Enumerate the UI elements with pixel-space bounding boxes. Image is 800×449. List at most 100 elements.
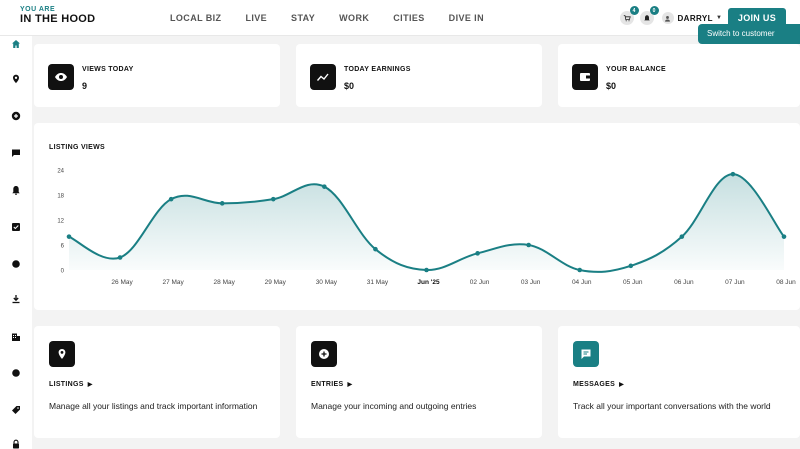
- x-tick-label: 28 May: [214, 279, 236, 286]
- wallet-icon: [572, 64, 598, 90]
- feature-title-listings[interactable]: LISTINGS ▶: [49, 381, 93, 388]
- chat-icon: [573, 341, 599, 367]
- main-nav: LOCAL BIZ LIVE STAY WORK CITIES DIVE IN: [170, 13, 508, 23]
- feature-card-listings[interactable]: LISTINGS ▶ Manage all your listings and t…: [34, 326, 280, 438]
- dot-icon[interactable]: [10, 258, 22, 270]
- nav-local-biz[interactable]: LOCAL BIZ: [170, 13, 221, 23]
- nav-dive-in[interactable]: DIVE IN: [449, 13, 484, 23]
- listing-views-chart-card: LISTING VIEWS 0 6 12 18 24 26 May 27 May 28 May…: [34, 123, 800, 310]
- caret-right-icon: ▶: [87, 382, 93, 388]
- checklist-icon[interactable]: [10, 221, 22, 233]
- stat-label: VIEWS TODAY: [82, 66, 134, 73]
- nav-stay[interactable]: STAY: [291, 13, 315, 23]
- x-tick-label: 31 May: [367, 279, 389, 286]
- chat-icon[interactable]: [10, 147, 22, 159]
- dot-icon[interactable]: [10, 367, 22, 379]
- lock-icon[interactable]: [10, 438, 22, 449]
- chart-point: [424, 267, 429, 273]
- stat-value: $0: [344, 81, 355, 91]
- cart-badge: 4: [629, 6, 639, 15]
- feature-title-entries[interactable]: ENTRIES ▶: [311, 381, 352, 388]
- feature-title-text: ENTRIES: [311, 381, 344, 388]
- chart-point: [577, 267, 583, 273]
- x-tick-label: 03 Jun: [521, 279, 541, 286]
- feature-description: Track all your important conversations w…: [573, 401, 771, 411]
- stat-card-views-today: VIEWS TODAY 9: [34, 44, 280, 107]
- notification-button[interactable]: 0: [639, 6, 659, 25]
- x-tick-label: 07 Jun: [725, 279, 745, 286]
- y-tick-label: 0: [61, 269, 65, 275]
- add-circle-icon[interactable]: [10, 110, 22, 122]
- chart-point: [730, 171, 736, 177]
- y-tick-label: 24: [57, 169, 64, 175]
- notification-badge: 0: [649, 6, 659, 15]
- brand-logo-small: YOU ARE: [20, 6, 56, 13]
- location-pin-icon: [49, 341, 75, 367]
- chart-point: [781, 234, 787, 239]
- stat-card-today-earnings: TODAY EARNINGS $0: [296, 44, 542, 107]
- feature-card-entries[interactable]: ENTRIES ▶ Manage your incoming and outgoi…: [296, 326, 542, 438]
- trend-line-icon: [310, 64, 336, 90]
- chart-point: [322, 184, 327, 189]
- feature-description: Manage all your listings and track impor…: [49, 401, 258, 411]
- nav-work[interactable]: WORK: [339, 13, 369, 23]
- cart-icon: [623, 15, 631, 22]
- brand-logo-big: IN THE HOOD: [20, 13, 96, 25]
- chart-point: [679, 234, 685, 239]
- nav-cities[interactable]: CITIES: [393, 13, 424, 23]
- brand-logo[interactable]: YOU ARE IN THE HOOD: [20, 6, 95, 25]
- chart-point: [526, 242, 531, 248]
- caret-right-icon: ▶: [347, 382, 353, 388]
- switch-to-customer-button[interactable]: Switch to customer: [698, 24, 800, 44]
- x-tick-label: 27 May: [162, 279, 184, 286]
- add-circle-icon: [311, 341, 337, 367]
- feature-description: Manage your incoming and outgoing entrie…: [311, 401, 477, 411]
- avatar[interactable]: [661, 12, 674, 24]
- chart-point: [66, 234, 72, 239]
- home-icon[interactable]: [10, 38, 22, 50]
- caret-right-icon: ▶: [619, 382, 624, 388]
- x-tick-label: 04 Jun: [572, 279, 592, 286]
- chart-area-fill: [69, 174, 784, 272]
- download-icon[interactable]: [10, 293, 22, 305]
- tag-icon[interactable]: [10, 404, 22, 416]
- x-tick-label: 29 May: [265, 279, 287, 286]
- x-tick-label: 30 May: [316, 279, 338, 286]
- chart-point: [270, 196, 276, 202]
- chart-point: [475, 251, 480, 256]
- chart-point: [219, 201, 225, 206]
- chart-point: [628, 263, 634, 269]
- chevron-down-icon[interactable]: ▼: [716, 15, 722, 21]
- location-pin-icon[interactable]: [10, 73, 22, 85]
- bell-icon[interactable]: [10, 184, 22, 196]
- x-tick-label: 05 Jun: [623, 279, 643, 286]
- x-tick-label: 02 Jun: [470, 279, 490, 286]
- feature-title-text: LISTINGS: [49, 381, 84, 388]
- cart-button[interactable]: 4: [619, 6, 639, 25]
- feature-title-text: MESSAGES: [573, 381, 616, 388]
- top-navbar: YOU ARE IN THE HOOD LOCAL BIZ LIVE STAY …: [0, 0, 800, 36]
- eye-icon: [48, 64, 74, 90]
- username[interactable]: DARRYL: [678, 14, 713, 23]
- user-icon: [665, 15, 670, 22]
- x-tick-label: Jun '25: [417, 279, 440, 286]
- listing-views-chart[interactable]: 0 6 12 18 24 26 May 27 May 28 May 29 May 30 May 31…: [34, 123, 800, 310]
- stat-value: $0: [606, 81, 617, 91]
- chart-point: [373, 246, 378, 252]
- stat-card-your-balance: YOUR BALANCE $0: [558, 44, 800, 107]
- nav-live[interactable]: LIVE: [245, 13, 267, 23]
- stat-value: 9: [82, 81, 88, 91]
- feature-card-messages[interactable]: MESSAGES ▶ Track all your important conve…: [558, 326, 800, 438]
- sidebar: [0, 36, 32, 449]
- chart-point: [117, 255, 123, 260]
- y-tick-label: 6: [61, 244, 65, 250]
- chart-point: [168, 196, 174, 202]
- building-icon[interactable]: [10, 331, 22, 343]
- y-tick-label: 12: [57, 219, 64, 225]
- feature-title-messages[interactable]: MESSAGES ▶: [573, 381, 624, 388]
- x-tick-label: 26 May: [111, 279, 133, 286]
- x-tick-label: 08 Jun: [776, 279, 796, 286]
- stat-label: TODAY EARNINGS: [344, 66, 411, 73]
- bell-icon: [643, 15, 650, 21]
- y-tick-label: 18: [57, 194, 64, 200]
